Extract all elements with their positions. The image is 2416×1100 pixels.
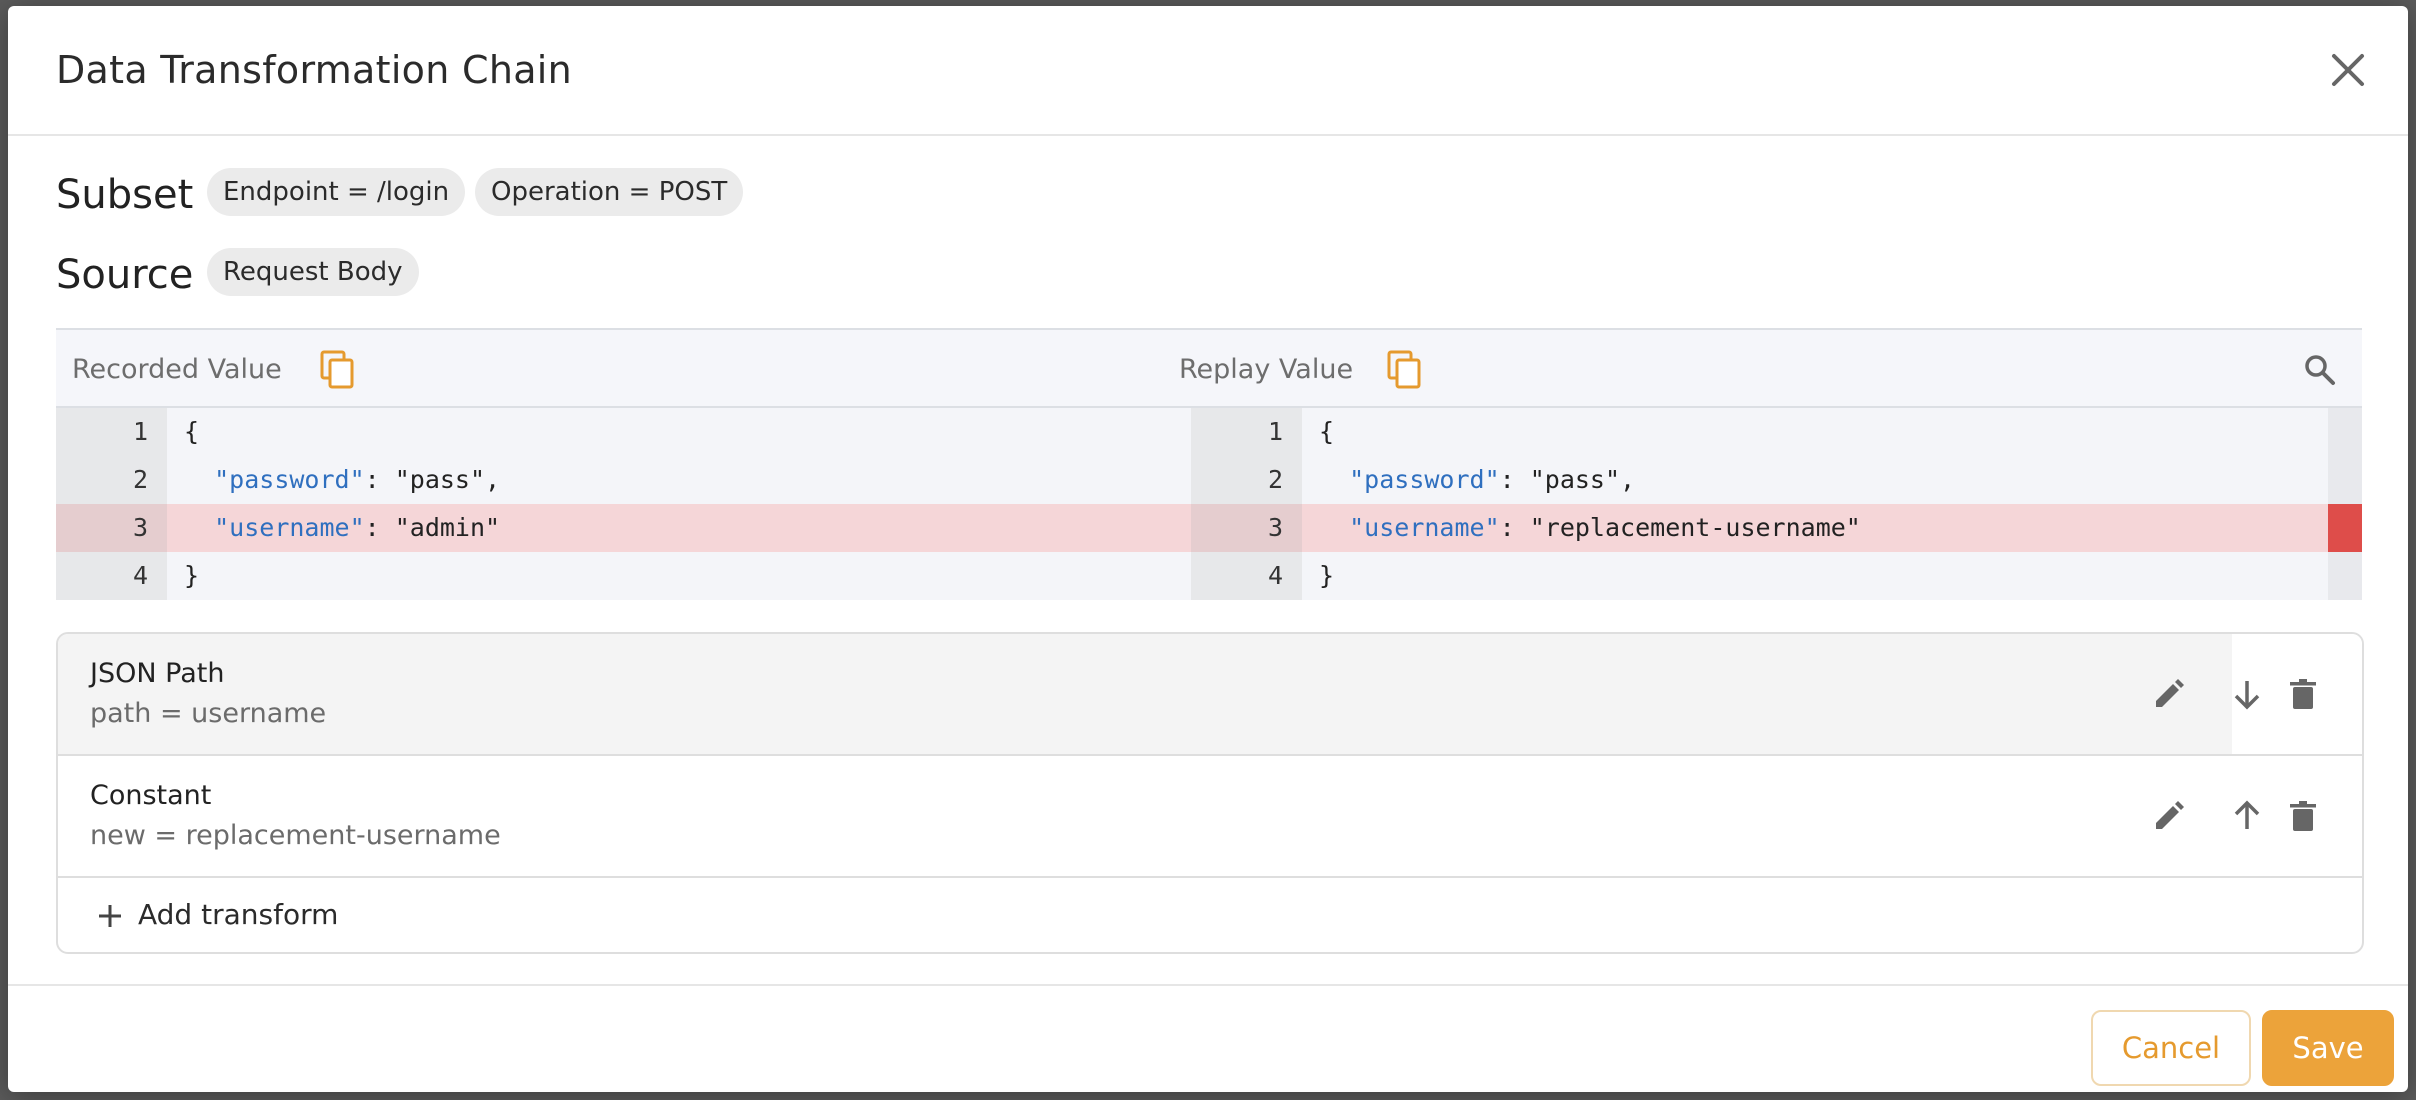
recorded-value-title: Recorded Value: [72, 354, 282, 385]
dialog-title: Data Transformation Chain: [56, 48, 573, 92]
delete-trash-icon[interactable]: [2286, 677, 2320, 711]
line-number: 1: [132, 417, 148, 446]
json-key: "username": [214, 513, 365, 542]
subset-chip-operation: Operation = POST: [475, 168, 744, 216]
replay-value-title: Replay Value: [1179, 354, 1354, 385]
transform-list: JSON Path path = username Constant new =…: [56, 632, 2364, 954]
search-icon[interactable]: [2302, 352, 2338, 388]
subset-label: Subset: [56, 172, 194, 218]
replay-pane: 1 2 3 4 { "password": "pass", "username"…: [1191, 408, 2362, 600]
save-button[interactable]: Save: [2262, 1010, 2394, 1086]
subset-chip-endpoint: Endpoint = /login: [207, 168, 466, 216]
json-key: "username": [1349, 513, 1500, 542]
json-key: "password": [1349, 465, 1500, 494]
line-number: 2: [1267, 465, 1283, 494]
source-label: Source: [56, 252, 194, 298]
transform-item[interactable]: Constant new = replacement-username: [58, 756, 2362, 878]
line-number: 1: [1267, 417, 1283, 446]
source-chip: Request Body: [207, 248, 419, 296]
copy-recorded-icon[interactable]: [320, 350, 356, 390]
json-value: : "replacement-username": [1499, 513, 1861, 542]
cancel-button[interactable]: Cancel: [2091, 1010, 2251, 1086]
copy-replay-icon[interactable]: [1387, 350, 1423, 390]
line-number: 4: [132, 561, 148, 590]
transform-item[interactable]: JSON Path path = username: [58, 634, 2362, 756]
transform-name: JSON Path: [90, 658, 225, 689]
code-line: "password": "pass",: [1319, 456, 1635, 504]
transform-description: new = replacement-username: [90, 820, 501, 851]
dialog-header: Data Transformation Chain: [8, 6, 2408, 136]
edit-pencil-icon[interactable]: [2152, 799, 2186, 833]
delete-trash-icon[interactable]: [2286, 799, 2320, 833]
json-value: : "pass",: [364, 465, 501, 494]
move-down-arrow-icon[interactable]: [2230, 677, 2264, 711]
plus-icon: [99, 905, 121, 927]
json-value: : "admin": [364, 513, 501, 542]
add-transform-button[interactable]: Add transform: [58, 878, 2362, 952]
diff-change-marker: [2328, 504, 2362, 552]
line-number: 3: [132, 513, 148, 542]
json-value: : "pass",: [1499, 465, 1636, 494]
transformation-dialog: Data Transformation Chain Subset Endpoin…: [8, 6, 2408, 1092]
code-line: }: [1319, 561, 1335, 590]
add-transform-label: Add transform: [138, 898, 339, 931]
diff-header: Recorded Value Replay Value: [56, 330, 2362, 408]
line-number: 2: [132, 465, 148, 494]
line-number: 3: [1267, 513, 1283, 542]
code-line: {: [1319, 417, 1335, 446]
code-line: "username": "replacement-username": [1319, 504, 1861, 552]
edit-pencil-icon[interactable]: [2152, 677, 2186, 711]
recorded-pane: 1 2 3 4 { "password": "pass", "username"…: [56, 408, 1191, 600]
transform-name: Constant: [90, 780, 212, 811]
code-line: {: [184, 417, 200, 446]
close-icon[interactable]: [2328, 50, 2368, 90]
line-number: 4: [1267, 561, 1283, 590]
code-line: }: [184, 561, 200, 590]
json-key: "password": [214, 465, 365, 494]
diff-viewer: Recorded Value Replay Value 1 2 3 4 {"p…: [56, 328, 2362, 602]
move-up-arrow-icon[interactable]: [2230, 799, 2264, 833]
code-line: "password": "pass",: [184, 456, 500, 504]
code-line: "username": "admin": [184, 504, 500, 552]
transform-description: path = username: [90, 698, 327, 729]
dialog-footer: Cancel Save: [8, 984, 2408, 1092]
